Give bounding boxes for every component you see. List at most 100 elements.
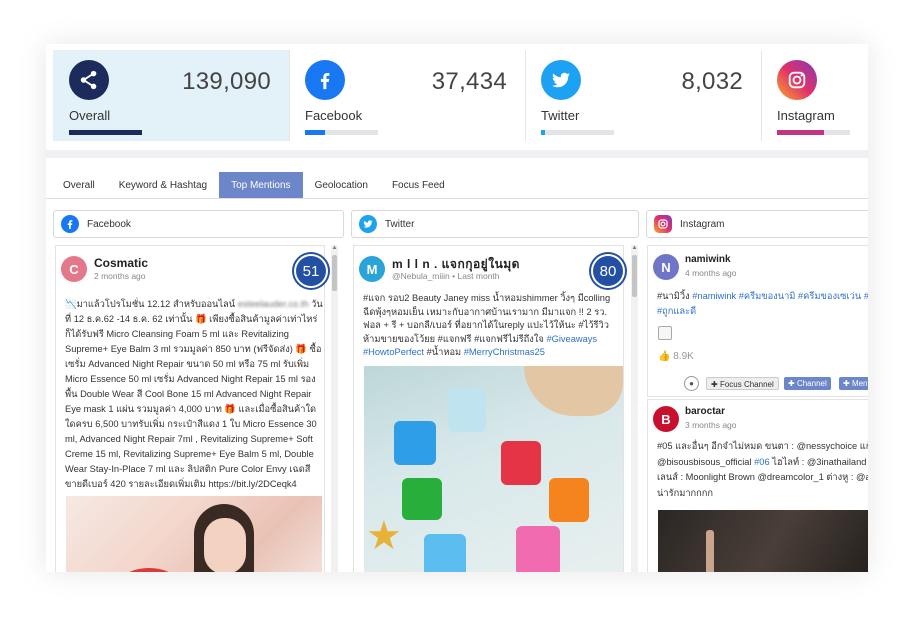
lipstick-shape bbox=[706, 530, 714, 572]
instagram-post[interactable]: B baroctar 3 months ago #05 และอื่นๆ อีก… bbox=[647, 399, 868, 572]
dashboard-card: 139,090 Overall 37,434 Facebook 8,032 Tw… bbox=[46, 44, 868, 572]
blue-bottle-shape bbox=[394, 421, 436, 465]
twitter-column-title: Twitter bbox=[385, 218, 415, 230]
tab-geolocation[interactable]: Geolocation bbox=[303, 172, 380, 199]
main-panel: Overall Keyword & Hashtag Top Mentions G… bbox=[46, 158, 868, 572]
red-bottle-shape bbox=[501, 441, 541, 485]
stat-instagram-label: Instagram bbox=[777, 108, 835, 123]
face-shape bbox=[204, 518, 246, 572]
stat-twitter-bar bbox=[541, 130, 614, 135]
mention-button[interactable]: ✚ Menti bbox=[839, 377, 868, 390]
likes-row: 👍 8.9K bbox=[658, 351, 694, 362]
channel-label: Channel bbox=[796, 379, 827, 388]
facebook-column-header: Facebook bbox=[53, 210, 344, 238]
instagram-column-header: Instagram bbox=[646, 210, 868, 238]
instagram-icon bbox=[777, 60, 817, 100]
twitter-column-header: Twitter bbox=[351, 210, 639, 238]
post-text: 📉มาแล้วโปรโมชั่น 12.12 สำหรับออนไลน์ est… bbox=[65, 297, 323, 492]
facebook-icon bbox=[305, 60, 345, 100]
post-text-line: #05 และอื่นๆ อีกจำไม่หมด ขนตา : @nessych… bbox=[657, 441, 868, 451]
stat-twitter-label: Twitter bbox=[541, 108, 580, 123]
orange-bottle-shape bbox=[549, 478, 589, 522]
post-time: 3 months ago bbox=[685, 420, 737, 430]
stat-facebook[interactable]: 37,434 Facebook bbox=[289, 50, 525, 141]
post-image[interactable] bbox=[66, 496, 322, 572]
post-text-part: @bisousbisous_official bbox=[657, 456, 755, 467]
eye-icon[interactable]: ● bbox=[684, 376, 699, 391]
pink-bottle-shape bbox=[516, 526, 560, 572]
hashtag-link[interactable]: #MerryChristmas25 bbox=[464, 347, 545, 357]
channel-button[interactable]: ✚ Channel bbox=[784, 377, 831, 390]
post-text-line: เลนส์ : Moonlight Brown @dreamcolor_1 ต่… bbox=[657, 472, 868, 482]
light-blue-bottle-shape bbox=[424, 534, 466, 572]
stat-facebook-bar bbox=[305, 130, 378, 135]
hashtag-link[interactable]: #06 bbox=[754, 457, 770, 467]
stat-facebook-label: Facebook bbox=[305, 108, 363, 123]
stat-instagram-bar bbox=[777, 130, 850, 135]
focus-channel-label: Focus Channel bbox=[719, 380, 774, 389]
tab-top-mentions[interactable]: Top Mentions bbox=[219, 172, 303, 199]
twitter-scrollbar[interactable]: ▲ bbox=[631, 245, 638, 572]
post-time: 2 months ago bbox=[94, 271, 146, 281]
tab-bar: Overall Keyword & Hashtag Top Mentions G… bbox=[51, 172, 457, 200]
scroll-up-icon[interactable]: ▲ bbox=[631, 245, 638, 252]
post-image[interactable] bbox=[658, 510, 868, 572]
facebook-scrollbar[interactable]: ▲ bbox=[331, 245, 338, 572]
twitter-icon bbox=[359, 215, 377, 233]
post-author[interactable]: baroctar bbox=[685, 406, 725, 417]
tab-underline bbox=[46, 198, 868, 199]
post-author[interactable]: namiwink bbox=[685, 254, 731, 265]
instagram-column: Instagram N namiwink 4 months ago #นามิว… bbox=[646, 210, 868, 572]
scroll-thumb[interactable] bbox=[332, 255, 337, 291]
document-icon bbox=[658, 326, 672, 340]
score-badge: 80 bbox=[593, 256, 623, 286]
avatar: N bbox=[653, 254, 679, 280]
avatar: M bbox=[359, 256, 385, 282]
instagram-feed[interactable]: N namiwink 4 months ago #นามิวิ้ง #namiw… bbox=[646, 245, 868, 572]
clear-bottle-shape bbox=[448, 388, 486, 432]
post-author[interactable]: Cosmatic bbox=[94, 256, 148, 270]
post-text-part: ไฮไลท์ : @3inathailand bbox=[769, 456, 867, 467]
facebook-post[interactable]: C Cosmatic 2 months ago 51 📉มาแล้วโปรโมช… bbox=[55, 245, 326, 572]
hashtag-link[interactable]: #ถูกและดี bbox=[657, 306, 696, 316]
scroll-up-icon[interactable]: ▲ bbox=[331, 245, 338, 252]
instagram-column-title: Instagram bbox=[680, 218, 725, 230]
pouch-shape bbox=[524, 366, 623, 416]
tab-overall[interactable]: Overall bbox=[51, 172, 107, 199]
share-icon bbox=[69, 60, 109, 100]
twitter-post[interactable]: M m l l n . แจกกุอยู่ในมุด @Nebula_miiin… bbox=[353, 245, 624, 572]
tab-focus-feed[interactable]: Focus Feed bbox=[380, 172, 457, 199]
twitter-feed[interactable]: M m l l n . แจกกุอยู่ในมุด @Nebula_miiin… bbox=[351, 245, 639, 572]
post-text-line: น่ารักมากกกก bbox=[657, 487, 714, 498]
post-image[interactable]: ★ bbox=[364, 366, 623, 572]
red-bag-shape bbox=[124, 568, 174, 572]
stat-overall-label: Overall bbox=[69, 108, 111, 123]
avatar: C bbox=[61, 256, 87, 282]
tab-keyword-hashtag[interactable]: Keyword & Hashtag bbox=[107, 172, 219, 199]
post-text-part: วันที่ 12 ธ.ค.62 -14 ธ.ค. 62 เท่านั้น 🎁 … bbox=[65, 299, 323, 489]
post-handle: @Nebula_miiin bbox=[392, 271, 450, 281]
stat-overall[interactable]: 139,090 Overall bbox=[53, 50, 289, 141]
facebook-feed[interactable]: C Cosmatic 2 months ago 51 📉มาแล้วโปรโมช… bbox=[53, 245, 344, 572]
focus-channel-button[interactable]: ✚ Focus Channel bbox=[706, 377, 779, 390]
stat-twitter[interactable]: 8,032 Twitter bbox=[525, 50, 761, 141]
facebook-column: Facebook C Cosmatic 2 months ago 51 📉มาแ… bbox=[53, 210, 344, 572]
stat-facebook-value: 37,434 bbox=[431, 68, 507, 95]
green-bottle-shape bbox=[402, 478, 442, 520]
hashtag-link[interactable]: #namiwink #ครีมของนามิ #ครีมของเซเว่น # bbox=[692, 291, 868, 301]
likes-count: 8.9K bbox=[673, 351, 694, 362]
twitter-column: Twitter M m l l n . แจกกุอยู่ในมุด @Nebu… bbox=[351, 210, 639, 572]
post-meta: @Nebula_miiin • Last month bbox=[392, 271, 500, 281]
twitter-icon bbox=[541, 60, 581, 100]
post-text: #แจก รอบ2 Beauty Janey miss น้ำหอมshimme… bbox=[363, 292, 622, 360]
post-text-part: #น้ำหอม bbox=[426, 347, 462, 357]
scroll-thumb[interactable] bbox=[632, 255, 637, 297]
stat-twitter-value: 8,032 bbox=[681, 68, 743, 95]
post-text-part: 📉มาแล้วโปรโมชั่น 12.12 สำหรับออนไลน์ bbox=[65, 299, 236, 309]
post-time: 4 months ago bbox=[685, 268, 737, 278]
stat-instagram[interactable]: Instagram bbox=[761, 50, 868, 141]
facebook-column-title: Facebook bbox=[87, 218, 131, 230]
instagram-post[interactable]: N namiwink 4 months ago #นามิวิ้ง #namiw… bbox=[647, 245, 868, 397]
instagram-icon bbox=[654, 215, 672, 233]
post-text-part: #นามิวิ้ง bbox=[657, 291, 690, 301]
